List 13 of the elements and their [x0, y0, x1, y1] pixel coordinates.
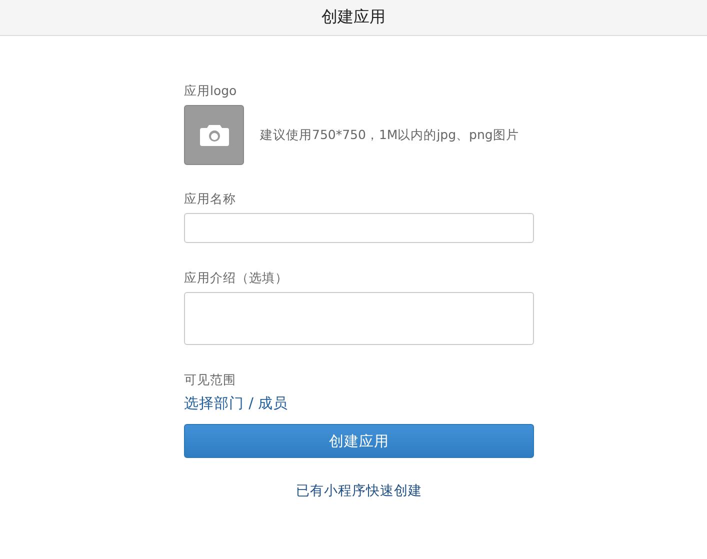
field-label: 应用名称 — [184, 191, 236, 207]
logo-upload-button[interactable] — [184, 105, 244, 165]
field-label: 应用介绍（选填） — [184, 270, 288, 286]
field-label: 应用logo — [184, 83, 237, 99]
create-app-button[interactable]: 创建应用 — [184, 424, 534, 458]
field-label: 可见范围 — [184, 372, 236, 388]
window-title: 创建应用 — [322, 7, 386, 28]
select-members-link[interactable]: 选择部门 / 成员 — [184, 395, 288, 413]
intro-input-field[interactable] — [184, 292, 534, 345]
camera-icon — [200, 124, 228, 146]
quick-create-link[interactable]: 已有小程序快速创建 — [296, 483, 422, 500]
name-input-field[interactable] — [184, 213, 534, 243]
upload-hint: 建议使用750*750，1M以内的jpg、png图片 — [260, 126, 519, 144]
